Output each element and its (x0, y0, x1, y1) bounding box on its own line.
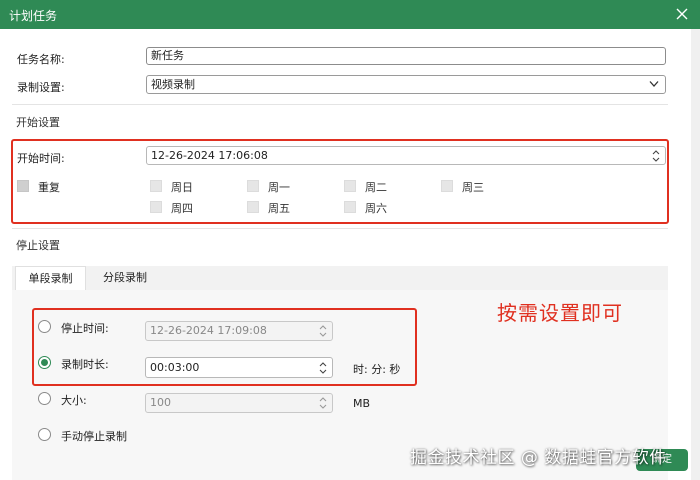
day-label-fri: 周五 (268, 202, 290, 215)
spin-arrows-icon (652, 150, 660, 162)
duration-radio[interactable] (38, 356, 51, 369)
divider (12, 104, 668, 105)
task-name-label: 任务名称: (17, 53, 65, 66)
day-label-wed: 周三 (462, 181, 484, 194)
watermark-text: 掘金技术社区 @ 数据蛙官方软件 (410, 448, 667, 468)
day-checkbox-tue[interactable] (344, 180, 356, 192)
day-checkbox-mon[interactable] (247, 180, 259, 192)
size-value: 100 (150, 396, 171, 409)
chevron-down-icon (649, 81, 659, 87)
size-input[interactable]: 100 (145, 393, 333, 413)
day-label-sun: 周日 (171, 181, 193, 194)
tab-single-segment[interactable]: 单段录制 (15, 266, 86, 291)
day-label-mon: 周一 (268, 181, 290, 194)
day-checkbox-sun[interactable] (150, 180, 162, 192)
repeat-label: 重复 (38, 181, 60, 194)
duration-spinner[interactable] (318, 360, 328, 376)
stop-time-label: 停止时间: (61, 322, 109, 335)
duration-label: 录制时长: (61, 358, 109, 371)
record-setting-select[interactable]: 视频录制 (146, 75, 666, 94)
spin-arrows-icon (319, 325, 327, 337)
close-button[interactable] (672, 4, 692, 24)
spin-arrows-icon (319, 362, 327, 374)
tab-multi-segment[interactable]: 分段录制 (90, 266, 160, 291)
duration-unit: 时: 分: 秒 (353, 363, 401, 376)
day-checkbox-fri[interactable] (247, 201, 259, 213)
start-time-label: 开始时间: (17, 152, 65, 165)
day-label-tue: 周二 (365, 181, 387, 194)
repeat-checkbox[interactable] (17, 180, 29, 192)
duration-value: 00:03:00 (150, 361, 200, 374)
day-checkbox-wed[interactable] (441, 180, 453, 192)
spin-arrows-icon (319, 397, 327, 409)
day-label-sat: 周六 (365, 202, 387, 215)
start-time-spinner[interactable] (651, 148, 661, 164)
stop-time-input[interactable]: 12-26-2024 17:09:08 (145, 321, 333, 341)
scrollbar[interactable] (691, 29, 700, 480)
size-label: 大小: (61, 394, 87, 407)
stop-time-spinner[interactable] (318, 323, 328, 339)
task-name-input[interactable]: 新任务 (146, 47, 666, 65)
day-checkbox-thu[interactable] (150, 201, 162, 213)
title-bar: 计划任务 (0, 0, 700, 29)
size-unit: MB (353, 397, 371, 410)
start-section-title: 开始设置 (16, 116, 60, 129)
size-spinner[interactable] (318, 395, 328, 411)
day-checkbox-sat[interactable] (344, 201, 356, 213)
duration-input[interactable]: 00:03:00 (145, 357, 333, 378)
day-label-thu: 周四 (171, 202, 193, 215)
record-setting-value: 视频录制 (151, 78, 195, 91)
manual-stop-radio[interactable] (38, 428, 51, 441)
record-setting-label: 录制设置: (17, 81, 65, 94)
stop-section-title: 停止设置 (16, 239, 60, 252)
window-title: 计划任务 (9, 9, 58, 23)
divider (12, 228, 668, 229)
annotation-text: 按需设置即可 (497, 301, 623, 325)
start-time-value: 12-26-2024 17:06:08 (151, 149, 268, 162)
manual-stop-label: 手动停止录制 (61, 430, 127, 443)
start-time-input[interactable]: 12-26-2024 17:06:08 (146, 146, 666, 165)
stop-time-value: 12-26-2024 17:09:08 (150, 324, 267, 337)
size-radio[interactable] (38, 392, 51, 405)
close-icon (676, 8, 688, 20)
stop-time-radio[interactable] (38, 320, 51, 333)
